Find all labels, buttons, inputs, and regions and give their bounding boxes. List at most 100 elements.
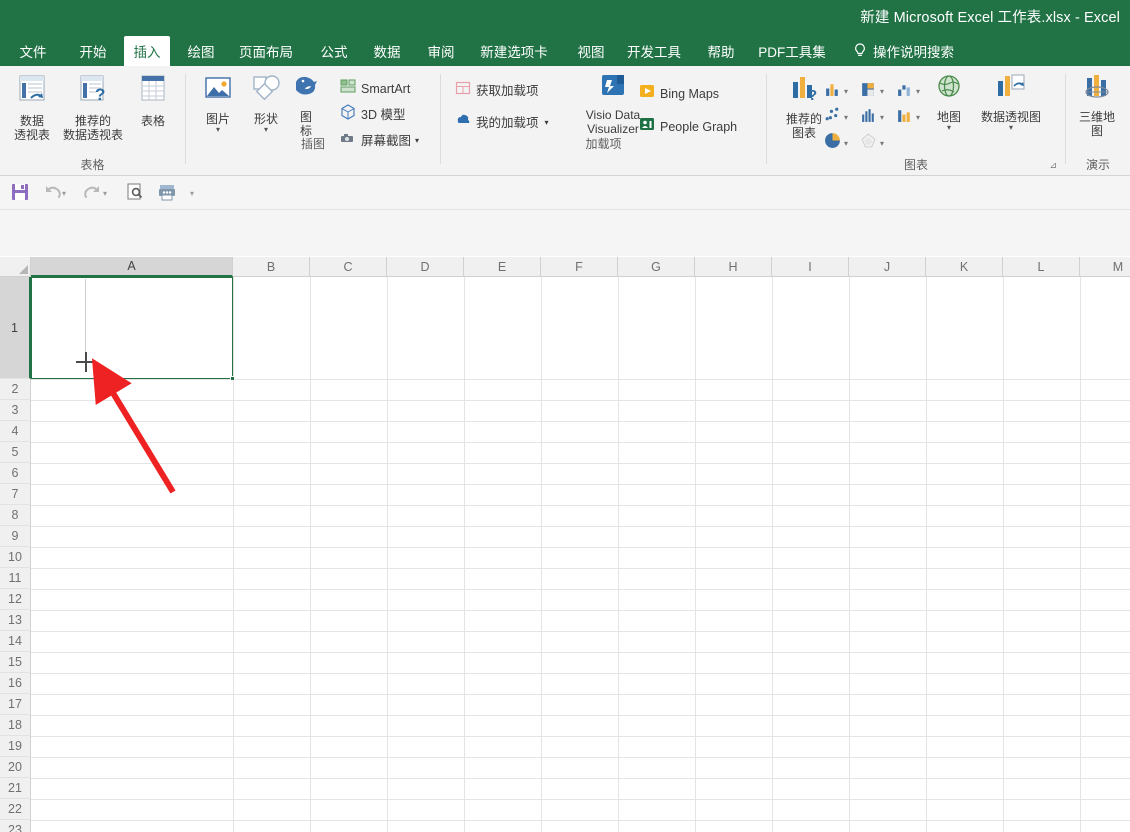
pivot-table-button[interactable]: 数据 透视表	[4, 72, 60, 142]
pie-chart-button[interactable]: ▾	[824, 132, 848, 154]
ribbon-tab-10[interactable]: 开发工具	[618, 36, 690, 66]
hierarchy-chart-button[interactable]: ▾	[860, 80, 884, 102]
smartart-button[interactable]: SmartArt	[340, 78, 410, 99]
ribbon-tab-2[interactable]: 插入	[124, 36, 170, 66]
row-header-10[interactable]: 10	[0, 547, 31, 568]
ribbon-tab-1[interactable]: 开始	[70, 36, 116, 66]
3d-model-button[interactable]: 3D 模型	[340, 104, 405, 125]
select-all-corner[interactable]	[0, 257, 31, 277]
quick-print-icon[interactable]	[157, 182, 177, 207]
row-header-7[interactable]: 7	[0, 484, 31, 505]
ribbon-tab-6[interactable]: 数据	[364, 36, 410, 66]
statistic-chart-button[interactable]: ▾	[860, 106, 884, 128]
chevron-down-icon[interactable]: ▾	[264, 126, 268, 134]
column-header-K[interactable]: K	[926, 257, 1003, 277]
ribbon-tab-11[interactable]: 帮助	[698, 36, 744, 66]
row-header-4[interactable]: 4	[0, 421, 31, 442]
combo-chart-button[interactable]: ▾	[896, 106, 920, 128]
get-addins-button[interactable]: 获取加载项	[455, 80, 539, 101]
column-header-G[interactable]: G	[618, 257, 695, 277]
chevron-down-icon[interactable]: ▾	[947, 124, 951, 132]
column-header-B[interactable]: B	[233, 257, 310, 277]
bing-maps-button[interactable]: Bing Maps	[639, 83, 719, 104]
ribbon-tab-12[interactable]: PDF工具集	[749, 36, 835, 66]
chevron-down-icon[interactable]: ▾	[880, 139, 884, 148]
pictures-button[interactable]: 图片 ▾	[194, 72, 242, 134]
ribbon-tab-4[interactable]: 页面布局	[230, 36, 302, 66]
active-cell-A1[interactable]	[31, 277, 233, 379]
chevron-down-icon[interactable]: ▾	[880, 113, 884, 122]
row-header-17[interactable]: 17	[0, 694, 31, 715]
column-header-I[interactable]: I	[772, 257, 849, 277]
chevron-down-icon[interactable]: ▾	[916, 113, 920, 122]
column-header-D[interactable]: D	[387, 257, 464, 277]
my-addins-button[interactable]: 我的加载项 ▾	[455, 112, 549, 133]
undo-dropdown-icon[interactable]: ▾	[62, 189, 66, 198]
column-header-L[interactable]: L	[1003, 257, 1080, 277]
chevron-down-icon[interactable]: ▾	[880, 87, 884, 96]
row-header-13[interactable]: 13	[0, 610, 31, 631]
undo-icon[interactable]	[42, 182, 62, 207]
chevron-down-icon[interactable]: ▾	[545, 116, 549, 130]
shapes-button[interactable]: 形状 ▾	[242, 72, 290, 134]
row-header-18[interactable]: 18	[0, 715, 31, 736]
column-header-E[interactable]: E	[464, 257, 541, 277]
scatter-chart-button[interactable]: ▾	[824, 106, 848, 128]
row-header-6[interactable]: 6	[0, 463, 31, 484]
chevron-down-icon[interactable]: ▾	[216, 126, 220, 134]
row-header-3[interactable]: 3	[0, 400, 31, 421]
row-header-5[interactable]: 5	[0, 442, 31, 463]
tell-me-search[interactable]: 操作说明搜索	[853, 36, 954, 66]
ribbon-tab-5[interactable]: 公式	[311, 36, 357, 66]
ribbon-tab-3[interactable]: 绘图	[178, 36, 224, 66]
row-header-16[interactable]: 16	[0, 673, 31, 694]
redo-dropdown-icon[interactable]: ▾	[103, 189, 107, 198]
waterfall-chart-button[interactable]: ▾	[896, 80, 920, 102]
ribbon-tab-0[interactable]: 文件	[10, 36, 56, 66]
row-header-9[interactable]: 9	[0, 526, 31, 547]
row-header-14[interactable]: 14	[0, 631, 31, 652]
chevron-down-icon[interactable]: ▾	[844, 87, 848, 96]
row-header-21[interactable]: 21	[0, 778, 31, 799]
row-header-11[interactable]: 11	[0, 568, 31, 589]
qat-more-dropdown-icon[interactable]: ▾	[190, 189, 194, 198]
icons-button[interactable]: 图 标	[286, 72, 326, 138]
ribbon-tab-8[interactable]: 新建选项卡	[470, 36, 558, 66]
column-bar-chart-button[interactable]: ▾	[824, 80, 848, 102]
column-header-F[interactable]: F	[541, 257, 618, 277]
column-header-C[interactable]: C	[310, 257, 387, 277]
fill-handle[interactable]	[230, 376, 235, 381]
recommended-pivot-tables-button[interactable]: ? 推荐的 数据透视表	[60, 72, 126, 142]
chevron-down-icon[interactable]: ▾	[844, 113, 848, 122]
redo-icon[interactable]	[83, 182, 103, 207]
row-header-8[interactable]: 8	[0, 505, 31, 526]
save-icon[interactable]	[10, 182, 30, 207]
grid-vline	[618, 277, 619, 832]
people-graph-button[interactable]: People Graph	[639, 116, 737, 137]
surface-radar-chart-button[interactable]: ▾	[860, 132, 884, 154]
chevron-down-icon[interactable]: ▾	[916, 87, 920, 96]
chevron-down-icon[interactable]: ▾	[1009, 124, 1013, 132]
table-button[interactable]: 表格	[127, 72, 179, 128]
3d-map-button[interactable]: 三维地 图	[1068, 72, 1126, 138]
ribbon-tab-9[interactable]: 视图	[568, 36, 614, 66]
row-header-23[interactable]: 23	[0, 820, 31, 832]
chevron-down-icon[interactable]: ▾	[844, 139, 848, 148]
row-header-1[interactable]: 1	[0, 277, 31, 379]
column-header-A[interactable]: A	[31, 257, 233, 277]
column-header-M[interactable]: M	[1080, 257, 1130, 277]
column-header-H[interactable]: H	[695, 257, 772, 277]
ribbon-tab-7[interactable]: 审阅	[418, 36, 464, 66]
maps-button[interactable]: 地图 ▾	[925, 72, 973, 132]
row-header-12[interactable]: 12	[0, 589, 31, 610]
column-header-J[interactable]: J	[849, 257, 926, 277]
row-header-20[interactable]: 20	[0, 757, 31, 778]
charts-dialog-launcher[interactable]: ⊿	[1049, 160, 1057, 171]
row-header-22[interactable]: 22	[0, 799, 31, 820]
print-preview-icon[interactable]	[125, 182, 145, 207]
row-header-15[interactable]: 15	[0, 652, 31, 673]
row-header-19[interactable]: 19	[0, 736, 31, 757]
row-header-2[interactable]: 2	[0, 379, 31, 400]
column-chart-icon	[824, 80, 841, 102]
pivot-chart-button[interactable]: 数据透视图 ▾	[973, 72, 1049, 132]
